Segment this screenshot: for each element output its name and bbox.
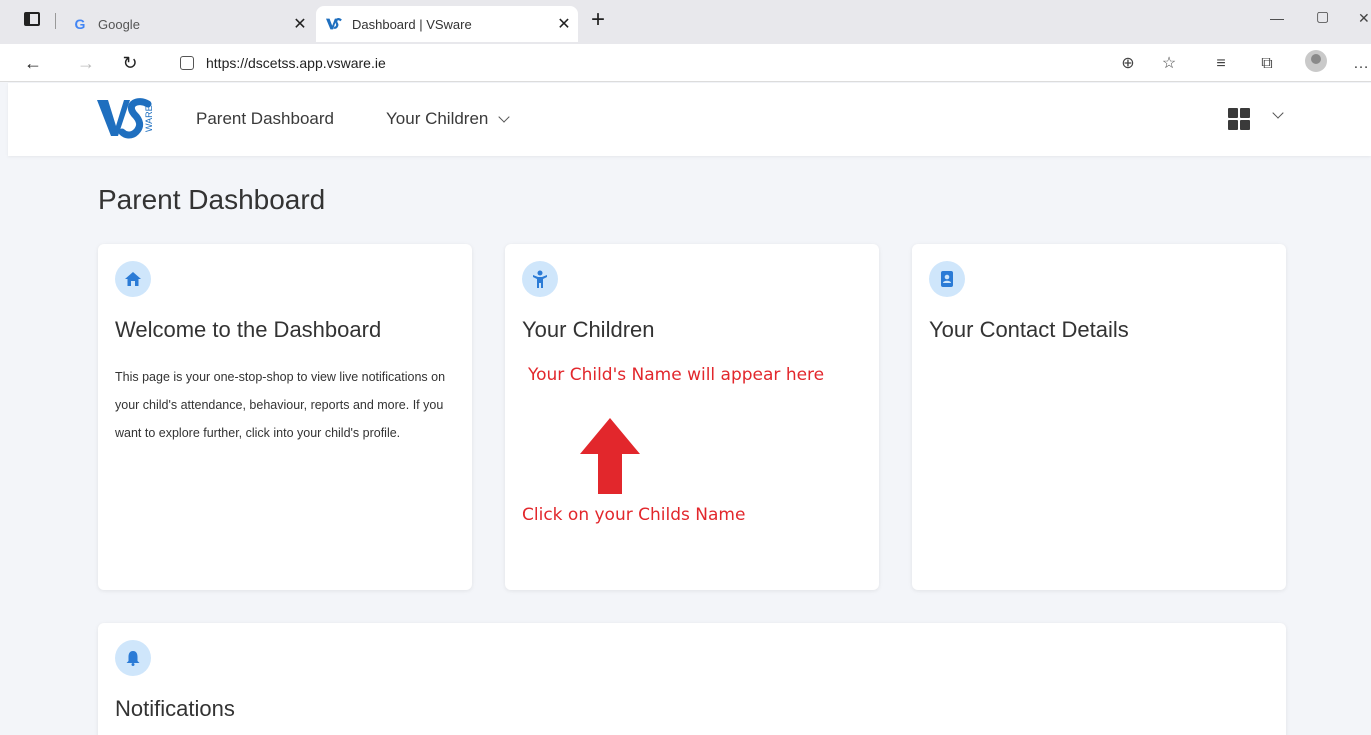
vsware-icon [326, 16, 342, 32]
chevron-down-icon[interactable] [1272, 107, 1284, 119]
bell-icon [115, 640, 151, 676]
tab-title: Google [98, 16, 140, 32]
browser-toolbar: ← → ↻ https://dscetss.app.vsware.ie ⊕ ☆ … [0, 44, 1371, 82]
red-up-arrow [580, 418, 640, 494]
favorites-icon[interactable]: ≡ [1210, 53, 1232, 75]
tab-close-icon[interactable]: ✕ [286, 14, 314, 34]
home-icon [115, 261, 151, 297]
tab-dashboard[interactable]: Dashboard | VSware ✕ [316, 6, 578, 42]
tab-google[interactable]: G Google ✕ [62, 6, 314, 42]
logo-text: WARE [144, 105, 154, 132]
back-icon[interactable]: ← [20, 50, 46, 76]
new-tab-button[interactable]: + [585, 8, 611, 34]
child-icon [522, 261, 558, 297]
favorite-star-icon[interactable]: ☆ [1158, 53, 1180, 75]
annotation-click-child: Click on your Childs Name [522, 505, 746, 525]
tab-close-icon[interactable]: ✕ [550, 14, 578, 34]
welcome-card: Welcome to the Dashboard This page is yo… [98, 244, 472, 590]
children-card: Your Children [505, 244, 879, 590]
nav-your-children-label: Your Children [386, 109, 489, 128]
nav-parent-dashboard[interactable]: Parent Dashboard [196, 109, 334, 129]
app-header: WARE Parent Dashboard Your Children [8, 83, 1371, 156]
collections-icon[interactable]: ⧉ [1256, 53, 1278, 75]
google-icon: G [74, 16, 86, 32]
minimize-icon[interactable]: — [1270, 10, 1284, 26]
url-text[interactable]: https://dscetss.app.vsware.ie [206, 55, 386, 71]
annotation-child-name: Your Child's Name will appear here [528, 365, 825, 385]
page-info-icon[interactable] [180, 56, 194, 70]
refresh-icon[interactable]: ↻ [117, 50, 143, 76]
notifications-card: Notifications [98, 623, 1286, 735]
zoom-icon[interactable]: ⊕ [1117, 53, 1139, 75]
card-title: Your Contact Details [929, 317, 1129, 342]
tab-title: Dashboard | VSware [352, 16, 472, 32]
tab-separator [55, 13, 56, 29]
chevron-down-icon [498, 111, 511, 123]
contact-book-icon [929, 261, 965, 297]
page-title: Parent Dashboard [98, 184, 326, 215]
profile-avatar[interactable] [1305, 50, 1327, 72]
restore-icon[interactable]: ▢ [1316, 8, 1329, 25]
browser-tab-bar: G Google ✕ Dashboard | VSware ✕ + — ▢ ✕ [0, 0, 1371, 44]
card-title: Welcome to the Dashboard [115, 317, 382, 342]
apps-grid-icon[interactable] [1228, 108, 1250, 130]
welcome-text: This page is your one-stop-shop to view … [115, 370, 446, 440]
forward-icon[interactable]: → [73, 50, 99, 76]
contact-card: Your Contact Details [912, 244, 1286, 590]
more-options-icon[interactable]: … [1350, 53, 1371, 75]
card-title: Notifications [115, 696, 235, 721]
tab-actions-icon[interactable] [24, 12, 40, 26]
nav-your-children[interactable]: Your Children [386, 109, 511, 129]
card-title: Your Children [522, 317, 655, 342]
close-window-icon[interactable]: ✕ [1358, 10, 1370, 27]
vsware-logo[interactable]: WARE [96, 96, 166, 142]
